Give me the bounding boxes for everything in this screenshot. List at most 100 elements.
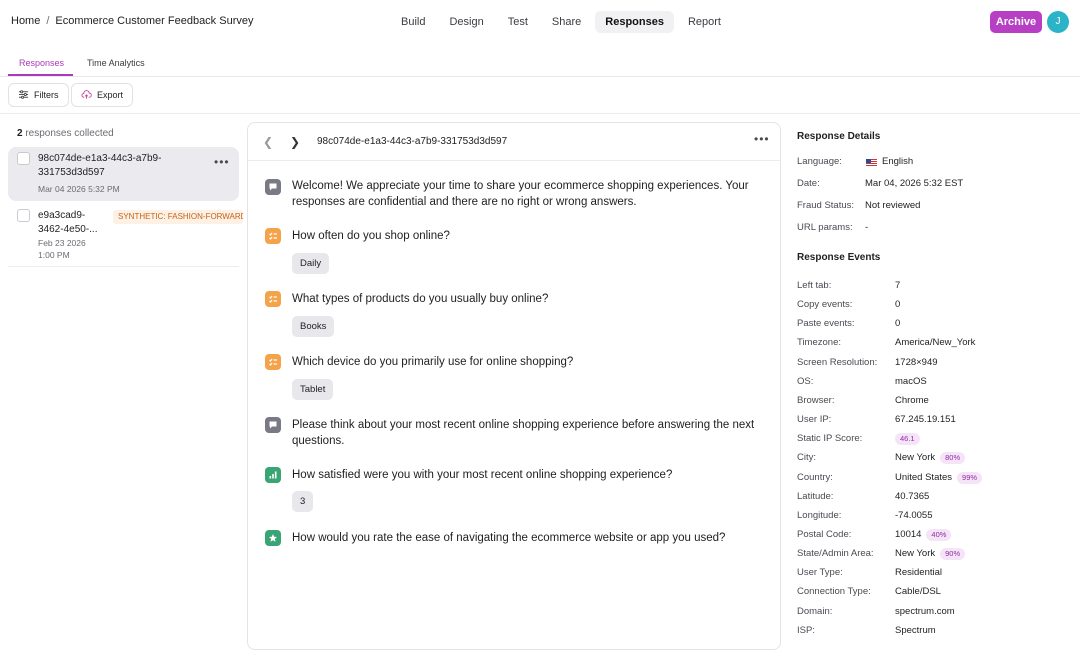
chevron-left-icon[interactable]: ❮ (263, 135, 273, 149)
response-date: Mar 04 2026 5:32 PM (38, 184, 120, 194)
list-item[interactable]: 98c074de-e1a3-44c3-a7b9- 331753d3d597 Ma… (8, 147, 239, 201)
event-value-text: Chrome (895, 394, 929, 406)
response-id-line1: e9a3cad9- (38, 210, 86, 221)
event-value: 7 (895, 280, 900, 292)
event-value-text: 7 (895, 280, 901, 291)
answer-chip: Tablet (292, 379, 334, 400)
select-checkbox[interactable] (17, 209, 30, 222)
event-value-text: Residential (895, 567, 942, 579)
response-id: e9a3cad9- 3462-4e50-... (38, 209, 98, 237)
event-label: User Type: (797, 567, 843, 579)
event-label: Left tab: (797, 280, 832, 291)
sub-tabs: Responses Time Analytics (0, 52, 1080, 77)
nav-report[interactable]: Report (678, 11, 731, 33)
response-date-line1: Feb 23 2026 (38, 238, 86, 248)
breadcrumb-survey[interactable]: Ecommerce Customer Feedback Survey (55, 15, 253, 27)
event-value: America/New_York (895, 337, 975, 349)
event-label: Country: (797, 471, 833, 483)
response-date: Feb 23 2026 1:00 PM (38, 237, 86, 261)
event-value: New York 80% (895, 452, 966, 465)
language-value: English (882, 156, 914, 167)
event-label: State/Admin Area: (797, 548, 874, 560)
answer-chip: Daily (292, 253, 330, 274)
event-value-text: 1728×949 (895, 356, 938, 368)
event-label: Copy events: (797, 299, 853, 311)
chevron-right-icon[interactable]: ❯ (290, 135, 300, 149)
confidence-badge: 99% (957, 471, 983, 484)
event-value-text: 67.245.19.151 (895, 414, 956, 426)
filters-label: Filters (34, 90, 59, 100)
event-value-text: 0 (895, 299, 901, 311)
list-item[interactable]: e9a3cad9- 3462-4e50-... SYNTHETIC: FASHI… (8, 204, 243, 267)
event-value: 1728×949 (895, 357, 938, 369)
more-options-icon[interactable]: ••• (754, 132, 770, 146)
detail-label: Date: (797, 178, 820, 189)
filters-button[interactable]: Filters (8, 83, 69, 107)
detail-label: Language: (797, 156, 842, 167)
nav-responses[interactable]: Responses (595, 11, 674, 33)
event-value: 40.7365 (895, 491, 929, 503)
detail-label: URL params: (797, 222, 853, 233)
cloud-upload-icon (81, 89, 92, 102)
breadcrumb-separator: / (46, 15, 50, 27)
event-value: Chrome (895, 395, 929, 407)
event-label: Domain: (797, 605, 833, 617)
archive-button[interactable]: Archive (990, 11, 1042, 33)
event-value: 46.1 (895, 433, 920, 446)
event-value: New York 90% (895, 548, 966, 561)
response-id-line1: 98c074de-e1a3-44c3-a7b9- (38, 153, 162, 164)
event-label: Longitude: (797, 509, 842, 521)
response-detail-card: ❮ ❯ 98c074de-e1a3-44c3-a7b9-331753d3d597… (247, 122, 781, 650)
event-value: spectrum.com (895, 606, 955, 618)
question-text: Please think about your most recent onli… (292, 419, 755, 447)
confidence-badge: 40% (926, 528, 952, 541)
list-icon (265, 228, 281, 244)
export-label: Export (97, 90, 124, 100)
sliders-icon (18, 89, 29, 102)
response-date-line2: 1:00 PM (38, 250, 70, 260)
event-value-text: America/New_York (895, 337, 976, 349)
event-value-text: New York (895, 548, 936, 560)
tab-time-analytics[interactable]: Time Analytics (87, 58, 145, 68)
event-value-text: 40.7365 (895, 490, 930, 502)
confidence-badge: 46.1 (895, 433, 920, 446)
more-options-icon[interactable]: ••• (214, 155, 230, 169)
event-label: OS: (797, 375, 814, 387)
export-button[interactable]: Export (71, 83, 134, 107)
question-text: How satisfied were you with your most re… (292, 469, 673, 481)
nav-test[interactable]: Test (498, 11, 538, 33)
breadcrumb-home[interactable]: Home (11, 15, 40, 27)
detail-value: Mar 04, 2026 5:32 EST (865, 178, 964, 189)
event-value-text: Cable/DSL (895, 586, 941, 598)
event-value: Cable/DSL (895, 586, 941, 598)
top-bar: Home / Ecommerce Customer Feedback Surve… (0, 0, 1080, 44)
response-id-line2: 3462-4e50-... (38, 224, 98, 235)
avatar[interactable]: J (1047, 11, 1069, 33)
nav-design[interactable]: Design (439, 11, 493, 33)
breadcrumb: Home / Ecommerce Customer Feedback Surve… (11, 15, 253, 27)
event-value: 0 (895, 318, 900, 330)
message-icon (265, 179, 281, 195)
confidence-badge: 80% (940, 452, 966, 465)
event-value-text: macOS (895, 375, 927, 387)
us-flag-icon (866, 158, 877, 166)
star-icon (265, 530, 281, 546)
nav-build[interactable]: Build (391, 11, 435, 33)
responses-count-number: 2 (17, 128, 23, 139)
tab-responses[interactable]: Responses (19, 58, 64, 68)
event-label: Browser: (797, 394, 835, 406)
nav-share[interactable]: Share (542, 11, 591, 33)
message-icon (265, 417, 281, 433)
event-value: Spectrum (895, 625, 936, 637)
synthetic-tag: SYNTHETIC: FASHION-FORWARD (113, 210, 243, 224)
bar-chart-icon (265, 467, 281, 483)
event-value: -74.0055 (895, 510, 933, 522)
event-value: 0 (895, 299, 900, 311)
question-text: What types of products do you usually bu… (292, 293, 549, 305)
detail-value: English (866, 156, 913, 168)
active-tab-indicator (8, 74, 73, 76)
select-checkbox[interactable] (17, 152, 30, 165)
event-value: macOS (895, 376, 927, 388)
event-value-text: New York (895, 452, 936, 464)
list-icon (265, 354, 281, 370)
